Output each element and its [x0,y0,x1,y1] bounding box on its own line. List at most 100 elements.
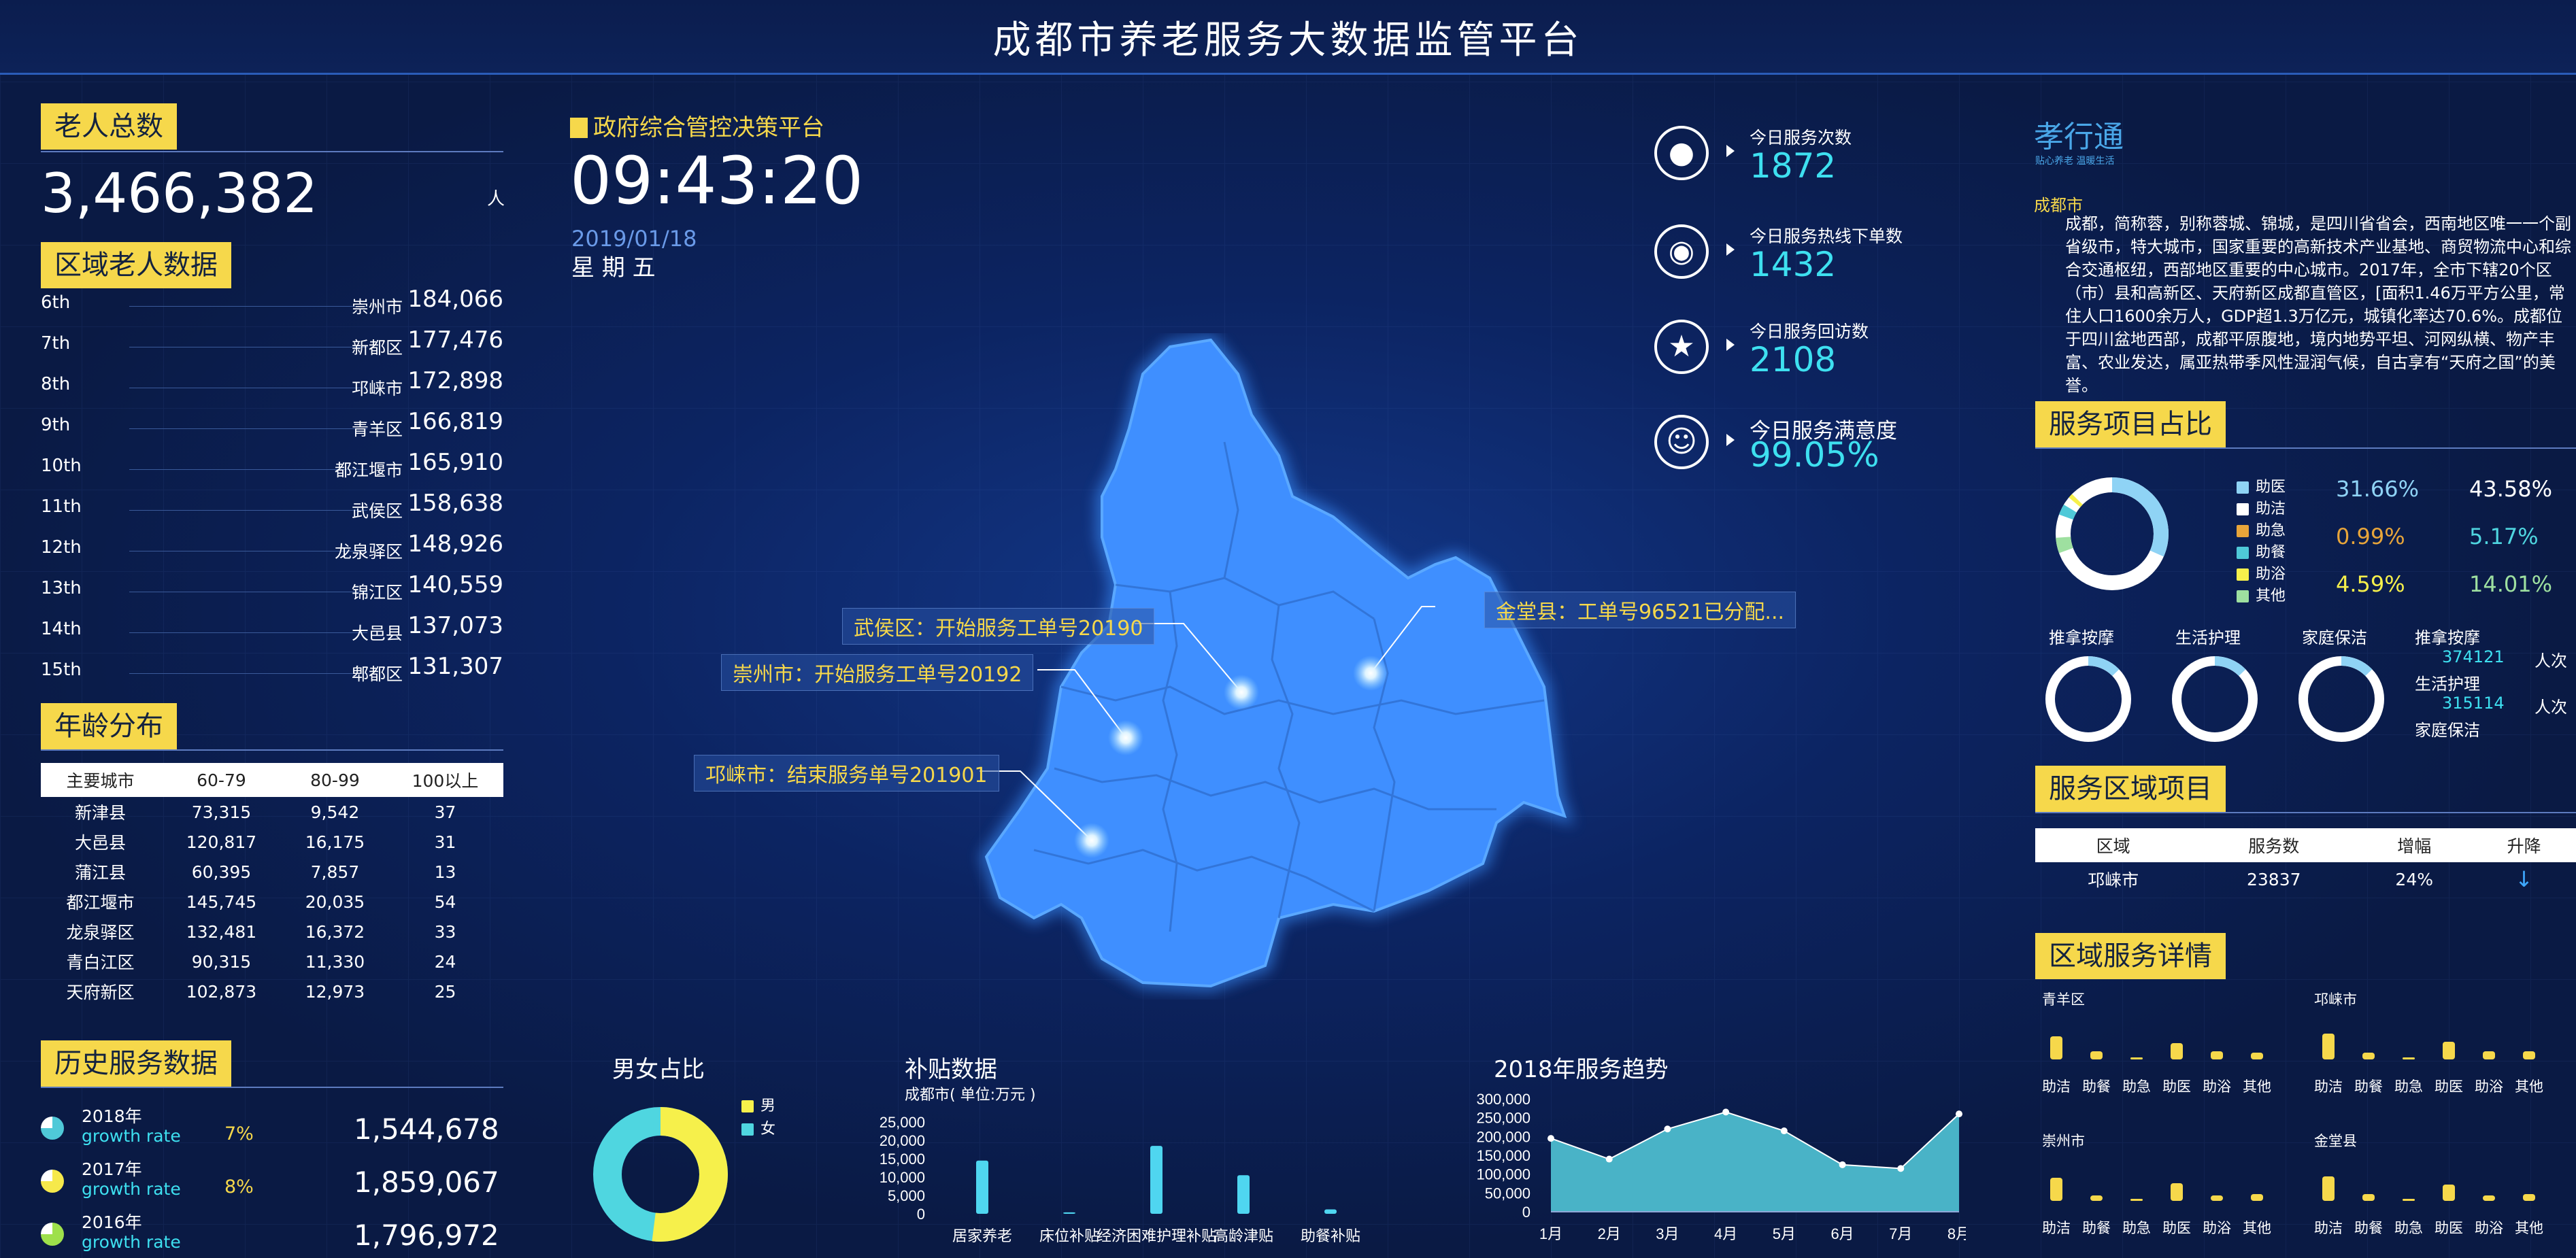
legend-label: 助医 [2256,479,2286,496]
detail-bar [2050,1178,2062,1201]
detail-bar [2130,1057,2143,1059]
detail-bar-label: 其他 [2243,1220,2271,1236]
mini-stat-value: 315114 [2442,694,2505,713]
kpi-arrow-icon [1726,339,1735,351]
share-tag: 服务项目占比 [2035,401,2226,447]
detail-bar [2403,1199,2415,1201]
detail-bar-label: 助餐 [2082,1220,2111,1236]
data-point [1605,1155,1613,1163]
map-label-wuhou[interactable]: 武侯区：开始服务工单号20190 [842,608,1155,645]
detail-bar-label: 助餐 [2082,1078,2111,1095]
intro-text: 成都，简称蓉，别称蓉城、锦城，是四川省省会，西南地区唯一一个副省级市，特大城市，… [2065,214,2571,395]
kpi-label: 今日服务次数 [1750,128,1852,148]
kpi-label: 今日服务热线下单数 [1750,226,1903,246]
detail-bar-label: 助急 [2122,1078,2151,1095]
detail-bar-label: 助医 [2162,1078,2191,1095]
detail-bar [2251,1053,2263,1059]
mini-donut [2172,656,2258,742]
smile-icon: ☺ [1654,415,1709,469]
y-tick-label: 0 [917,1206,925,1223]
detail-bar [2483,1195,2495,1201]
detail-bar-label: 助洁 [2314,1078,2343,1095]
detail-bar [2322,1176,2335,1201]
detail-bar-label: 助洁 [2042,1078,2071,1095]
kpi-value: 1872 [1750,146,1837,186]
bar [1237,1175,1250,1214]
legend-swatch [2237,547,2249,559]
data-point [1897,1165,1905,1172]
detail-bar-label: 助急 [2122,1220,2151,1236]
kpi-arrow-icon [1726,243,1735,256]
detail-bar-label: 助急 [2394,1078,2423,1095]
legend-male: 男 [741,1093,775,1115]
x-tick-label: 高龄津贴 [1214,1227,1273,1244]
mini-stats: 推拿按摩 374121 人次 生活护理 315114 人次 家庭保洁 [2415,624,2576,748]
mini-stat-name: 推拿按摩 [2415,628,2480,647]
y-tick-label: 5,000 [888,1187,925,1204]
kpi-arrow-icon [1726,145,1735,157]
map-label-jintang[interactable]: 金堂县：工单号96521已分配... [1484,592,1796,628]
mini-donut-label: 生活护理 [2175,628,2241,647]
share-percentage: 0.99% [2336,524,2405,549]
bar [1063,1212,1075,1214]
brand-logo: 孝行通 [2034,120,2124,154]
y-tick-label: 150,000 [1476,1147,1530,1164]
user-icon: ● [1654,126,1709,180]
service-share-donut [2056,477,2169,591]
mini-stat-name: 生活护理 [2415,675,2480,694]
bar [1324,1209,1337,1214]
kpi-value: 1432 [1750,245,1837,284]
y-tick-label: 200,000 [1476,1128,1530,1145]
x-tick-label: 2月 [1598,1225,1621,1242]
share-percentage: 5.17% [2469,524,2539,549]
gender-donut [593,1107,728,1242]
legend-swatch [2237,481,2249,494]
detail-bar [2322,1034,2335,1059]
region-detail-name: 崇州市 [2042,1133,2085,1149]
kpi-arrow-icon [1726,434,1735,446]
legend-item: 助浴 [2237,562,2286,583]
x-tick-label: 1月 [1539,1225,1562,1242]
data-point [1839,1161,1846,1168]
headset-icon: ◉ [1654,224,1709,279]
data-point [1664,1125,1671,1133]
mini-donut-label: 家庭保洁 [2302,628,2367,647]
mini-donut [2298,656,2384,742]
legend-label: 助餐 [2256,544,2286,561]
map-label-qionglai[interactable]: 邛崃市：结束服务单号201901 [694,755,999,792]
detail-bar [2171,1043,2183,1059]
subsidy-bar-chart: 0 5,00010,00015,000 20,00025,000 居家养老 床位补贴经济… [880,1114,1360,1244]
detail-bar-label: 助餐 [2354,1078,2383,1095]
detail-bar [2403,1057,2415,1059]
region-detail-name: 青羊区 [2042,991,2085,1008]
detail-bar [2362,1194,2375,1201]
legend-swatch [2237,590,2249,602]
badge-star-icon: ★ [1654,320,1709,374]
mini-donut [2045,656,2131,742]
data-point [1956,1110,1962,1118]
detail-bar-label: 助医 [2435,1078,2463,1095]
detail-bar [2443,1042,2455,1059]
brand-slogan: 贴心养老 温暖生活 [2035,156,2115,167]
data-point [1780,1127,1788,1135]
bar [1150,1146,1162,1214]
detail-tag: 区域服务详情 [2035,933,2226,979]
legend-female: 女 [741,1117,775,1138]
y-tick-label: 100,000 [1476,1166,1530,1183]
detail-bar-label: 其他 [2515,1220,2543,1236]
trend-title: 2018年服务趋势 [1494,1056,1669,1083]
map-label-chongzhou[interactable]: 崇州市：开始服务工单号20192 [721,654,1034,691]
detail-bar [2251,1194,2263,1201]
gender-title: 男女占比 [612,1056,705,1083]
legend-item: 助洁 [2237,496,2286,518]
legend-item: 助餐 [2237,540,2286,562]
legend-swatch [2237,525,2249,537]
mini-stat-unit: 人次 [2535,698,2567,717]
legend-label: 助浴 [2256,566,2286,583]
y-tick-label: 0 [1522,1204,1530,1221]
x-tick-label: 居家养老 [952,1227,1012,1244]
detail-bar-label: 其他 [2243,1078,2271,1095]
x-tick-label: 6月 [1830,1225,1854,1242]
mini-stat-name: 家庭保洁 [2415,721,2480,740]
subsidy-subtitle: 成都市( 单位:万元 ) [905,1087,1036,1104]
